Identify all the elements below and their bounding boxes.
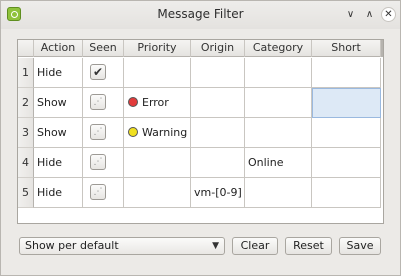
priority-cell[interactable] <box>124 148 191 178</box>
origin-cell[interactable] <box>191 88 245 118</box>
origin-cell[interactable] <box>191 118 245 148</box>
short-cell[interactable] <box>312 178 381 208</box>
title-bar[interactable]: Message Filter ∨ ∧ ✕ <box>1 1 400 29</box>
priority-label: Error <box>142 96 169 109</box>
table-header: Action Seen Priority Origin Category Sho… <box>18 40 383 57</box>
priority-dot-icon <box>128 127 138 137</box>
seen-cell[interactable]: ⋰ <box>83 88 124 118</box>
checkbox-partial[interactable]: ⋰ <box>90 94 106 110</box>
short-cell[interactable] <box>312 148 381 178</box>
priority-cell[interactable] <box>124 58 191 88</box>
origin-cell[interactable]: vm-[0-9] <box>191 178 245 208</box>
row-header[interactable]: 2 <box>18 88 34 118</box>
row-header[interactable]: 4 <box>18 148 34 178</box>
default-mode-value: Show per default <box>25 239 119 252</box>
action-cell[interactable]: Show <box>34 118 83 148</box>
priority-dot-icon <box>128 97 138 107</box>
save-button[interactable]: Save <box>339 237 381 255</box>
filter-table: Action Seen Priority Origin Category Sho… <box>17 39 384 224</box>
window-title: Message Filter <box>157 7 244 21</box>
category-cell[interactable] <box>245 118 312 148</box>
short-cell[interactable] <box>312 58 381 88</box>
column-header-origin[interactable]: Origin <box>191 40 245 57</box>
chevron-down-icon: ▼ <box>212 241 219 251</box>
seen-cell[interactable]: ⋰ <box>83 118 124 148</box>
reset-button[interactable]: Reset <box>285 237 332 255</box>
priority-cell[interactable]: Error <box>124 88 191 118</box>
row-header[interactable]: 3 <box>18 118 34 148</box>
clear-button[interactable]: Clear <box>232 237 278 255</box>
category-cell[interactable] <box>245 178 312 208</box>
checkbox-partial[interactable]: ⋰ <box>90 124 106 140</box>
column-header-action[interactable]: Action <box>34 40 83 57</box>
column-header-category[interactable]: Category <box>245 40 312 57</box>
priority-cell[interactable] <box>124 178 191 208</box>
checkbox-partial[interactable]: ⋰ <box>90 184 106 200</box>
category-cell[interactable]: Online <box>245 148 312 178</box>
action-cell[interactable]: Hide <box>34 58 83 88</box>
row-header[interactable]: 1 <box>18 58 34 88</box>
short-cell[interactable] <box>312 118 381 148</box>
minimize-icon[interactable]: ∨ <box>343 7 358 22</box>
row-header[interactable]: 5 <box>18 178 34 208</box>
priority-label: Warning <box>142 126 188 139</box>
origin-cell[interactable] <box>191 148 245 178</box>
column-header-priority[interactable]: Priority <box>124 40 191 57</box>
seen-cell[interactable]: ⋰ <box>83 148 124 178</box>
close-icon[interactable]: ✕ <box>381 7 396 22</box>
message-filter-window: Message Filter ∨ ∧ ✕ Action Seen Priorit… <box>0 0 401 276</box>
column-header-short[interactable]: Short <box>312 40 381 57</box>
action-cell[interactable]: Hide <box>34 178 83 208</box>
category-cell[interactable] <box>245 58 312 88</box>
header-overflow-edge <box>381 40 383 57</box>
header-corner <box>18 40 34 57</box>
priority-cell[interactable]: Warning <box>124 118 191 148</box>
checkbox-partial[interactable]: ⋰ <box>90 154 106 170</box>
short-cell[interactable] <box>312 88 381 118</box>
seen-cell[interactable]: ⋰ <box>83 178 124 208</box>
column-header-seen[interactable]: Seen <box>83 40 124 57</box>
action-cell[interactable]: Show <box>34 88 83 118</box>
seen-cell[interactable]: ✔ <box>83 58 124 88</box>
default-mode-select[interactable]: Show per default ▼ <box>19 237 225 255</box>
maximize-icon[interactable]: ∧ <box>362 7 377 22</box>
origin-cell[interactable] <box>191 58 245 88</box>
checkbox-checked[interactable]: ✔ <box>90 64 106 80</box>
category-cell[interactable] <box>245 88 312 118</box>
action-cell[interactable]: Hide <box>34 148 83 178</box>
